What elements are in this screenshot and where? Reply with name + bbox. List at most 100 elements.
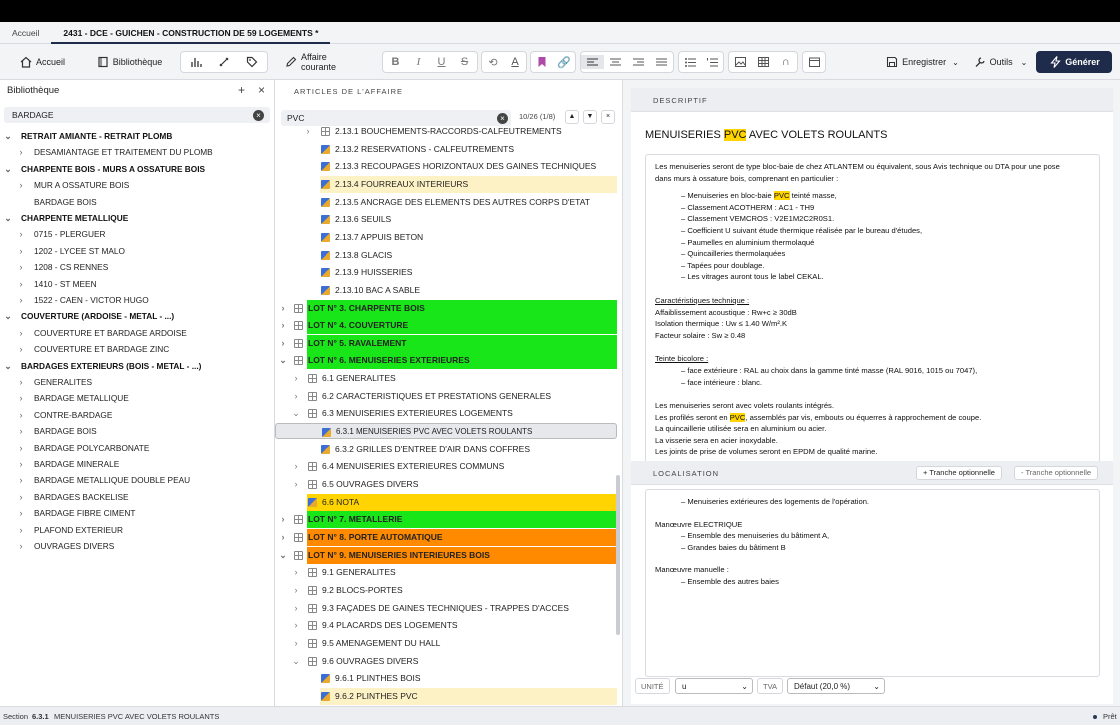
chevron-down-icon[interactable]: ⌄: [3, 210, 13, 226]
article-group-row[interactable]: › 9.3 FAÇADES DE GAINES TECHNIQUES - TRAP…: [275, 600, 617, 617]
chevron-right-icon[interactable]: ›: [278, 300, 288, 317]
chevron-right-icon[interactable]: ›: [291, 635, 301, 652]
chevron-right-icon[interactable]: ›: [303, 125, 313, 140]
add-icon[interactable]: +: [238, 83, 245, 97]
image-icon[interactable]: [729, 55, 752, 69]
article-group-row[interactable]: ⌄ 9.6 OUVRAGES DIVERS: [275, 653, 617, 670]
previous-match-icon[interactable]: ▲: [565, 110, 579, 124]
chevron-right-icon[interactable]: ›: [16, 341, 26, 357]
article-group-row[interactable]: › LOT N° 8. PORTE AUTOMATIQUE: [282, 528, 617, 546]
article-row[interactable]: 2.13.4 FOURREAUX INTERIEURS: [320, 175, 617, 193]
chevron-down-icon[interactable]: ⌄: [3, 358, 13, 374]
article-group-row[interactable]: › 6.4 MENUISERIES EXTERIEURES COMMUNS: [275, 458, 617, 475]
chevron-right-icon[interactable]: ›: [16, 538, 26, 554]
article-row[interactable]: 2.13.6 SEUILS: [275, 211, 617, 228]
article-group-row[interactable]: › 9.4 PLACARDS DES LOGEMENTS: [275, 617, 617, 634]
tag-icon[interactable]: [238, 55, 266, 69]
chevron-right-icon[interactable]: ›: [291, 370, 301, 387]
chevron-down-icon[interactable]: ⌄: [278, 547, 288, 564]
link-icon[interactable]: 🔗: [553, 55, 575, 69]
tab-home[interactable]: Accueil: [0, 22, 51, 44]
chevron-down-icon[interactable]: ⌄: [3, 161, 13, 177]
chevron-right-icon[interactable]: ›: [16, 325, 26, 341]
chevron-right-icon[interactable]: ›: [278, 511, 288, 528]
font-color-icon[interactable]: A: [504, 55, 526, 69]
chevron-down-icon[interactable]: ⌄: [3, 308, 13, 324]
article-row[interactable]: 2.13.8 GLACIS: [275, 247, 617, 264]
italic-icon[interactable]: I: [407, 55, 430, 69]
article-group-row[interactable]: › 9.2 BLOCS-PORTES: [275, 582, 617, 599]
articles-search-input[interactable]: PVC: [281, 110, 511, 126]
chevron-right-icon[interactable]: ›: [16, 177, 26, 193]
strikethrough-icon[interactable]: S: [453, 55, 476, 69]
chevron-right-icon[interactable]: ›: [278, 529, 288, 546]
chevron-right-icon[interactable]: ›: [16, 226, 26, 242]
article-row[interactable]: 6.3.1 MENUISERIES PVC AVEC VOLETS ROULAN…: [275, 423, 617, 440]
align-justify-icon[interactable]: [650, 55, 673, 69]
chevron-right-icon[interactable]: ›: [16, 292, 26, 308]
unit-select[interactable]: u ⌄: [675, 678, 753, 694]
chevron-right-icon[interactable]: ›: [291, 600, 301, 617]
article-row[interactable]: 2.13.5 ANCRAGE DES ELEMENTS DES AUTRES C…: [275, 194, 617, 211]
article-row[interactable]: 6.6 NOTA: [307, 493, 617, 511]
chevron-down-icon[interactable]: ⌄: [291, 405, 301, 422]
chevron-down-icon[interactable]: ⌄: [3, 128, 13, 144]
next-match-icon[interactable]: ▼: [583, 110, 597, 124]
current-affair-button[interactable]: Affaire courante: [284, 51, 364, 73]
chevron-right-icon[interactable]: ›: [16, 390, 26, 406]
article-row[interactable]: 9.6.2 PLINTHES PVC: [320, 687, 617, 705]
article-group-row[interactable]: › LOT N° 4. COUVERTURE: [282, 317, 617, 335]
bullet-list-icon[interactable]: [679, 55, 701, 69]
remove-optional-tranche-button[interactable]: - Tranche optionnelle: [1014, 466, 1099, 480]
chevron-right-icon[interactable]: ›: [291, 388, 301, 405]
chevron-right-icon[interactable]: ›: [16, 276, 26, 292]
article-row[interactable]: 6.3.2 GRILLES D'ENTREE D'AIR DANS COFFRE…: [275, 441, 617, 458]
article-group-row[interactable]: › 6.1 GENERALITES: [275, 370, 617, 387]
article-group-row[interactable]: ⌄ LOT N° 6. MENUISERIES EXTERIEURES: [279, 352, 617, 370]
chevron-right-icon[interactable]: ›: [16, 489, 26, 505]
chevron-right-icon[interactable]: ›: [16, 407, 26, 423]
chevron-right-icon[interactable]: ›: [16, 243, 26, 259]
localisation-editor[interactable]: – Menuiseries extérieures des logements …: [645, 489, 1100, 677]
article-row[interactable]: 9.6.1 PLINTHES BOIS: [275, 670, 617, 687]
tva-select[interactable]: Défaut (20,0 %) ⌄: [787, 678, 885, 694]
chevron-right-icon[interactable]: ›: [16, 472, 26, 488]
article-group-row[interactable]: › 9.1 GENERALITES: [275, 564, 617, 581]
tools-button[interactable]: Outils ⌄: [970, 51, 1030, 73]
chevron-right-icon[interactable]: ›: [16, 522, 26, 538]
article-group-row[interactable]: › LOT N° 5. RAVALEMENT: [282, 334, 617, 352]
article-group-row[interactable]: ⌄ 6.3 MENUISERIES EXTERIEURES LOGEMENTS: [275, 405, 617, 422]
close-search-icon[interactable]: ×: [601, 110, 615, 124]
home-button[interactable]: Accueil: [14, 51, 70, 73]
chart-icon[interactable]: [182, 55, 210, 69]
descriptif-editor[interactable]: Les menuiseries seront de type bloc-baie…: [645, 154, 1100, 466]
bookmark-icon[interactable]: [531, 55, 553, 69]
chevron-right-icon[interactable]: ›: [16, 505, 26, 521]
special-char-icon[interactable]: ∩: [774, 55, 797, 69]
generate-button[interactable]: Générer: [1036, 51, 1112, 73]
article-row[interactable]: 2.13.9 HUISSERIES: [275, 264, 617, 281]
article-group-row[interactable]: › LOT N° 7. METALLERIE: [282, 511, 617, 529]
chevron-right-icon[interactable]: ›: [16, 440, 26, 456]
chevron-right-icon[interactable]: ›: [291, 617, 301, 634]
chevron-right-icon[interactable]: ›: [291, 458, 301, 475]
add-optional-tranche-button[interactable]: + Tranche optionnelle: [916, 466, 1002, 480]
chevron-right-icon[interactable]: ›: [291, 476, 301, 493]
library-search-input[interactable]: BARDAGE: [4, 107, 270, 123]
article-group-row[interactable]: › 2.13.1 BOUCHEMENTS-RACCORDS-CALFEUTREME…: [275, 125, 617, 140]
chevron-right-icon[interactable]: ›: [291, 582, 301, 599]
bold-icon[interactable]: B: [384, 55, 407, 69]
articles-scrollbar[interactable]: [616, 475, 620, 635]
close-icon[interactable]: ×: [258, 83, 265, 97]
underline-icon[interactable]: U: [430, 55, 453, 69]
table-icon[interactable]: [752, 55, 775, 69]
article-group-row[interactable]: › LOT N° 3. CHARPENTE BOIS: [282, 299, 617, 317]
clear-format-icon[interactable]: ⟲: [482, 55, 504, 69]
article-row[interactable]: 2.13.3 RECOUPAGES HORIZONTAUX DES GAINES…: [275, 158, 617, 175]
article-group-row[interactable]: › 6.2 CARACTERISTIQUES ET PRESTATIONS GEN…: [275, 388, 617, 405]
calendar-icon[interactable]: [802, 51, 826, 73]
chevron-right-icon[interactable]: ›: [16, 374, 26, 390]
align-left-icon[interactable]: [581, 55, 604, 69]
save-button[interactable]: Enregistrer ⌄: [882, 51, 962, 73]
chevron-down-icon[interactable]: ⌄: [291, 653, 301, 670]
